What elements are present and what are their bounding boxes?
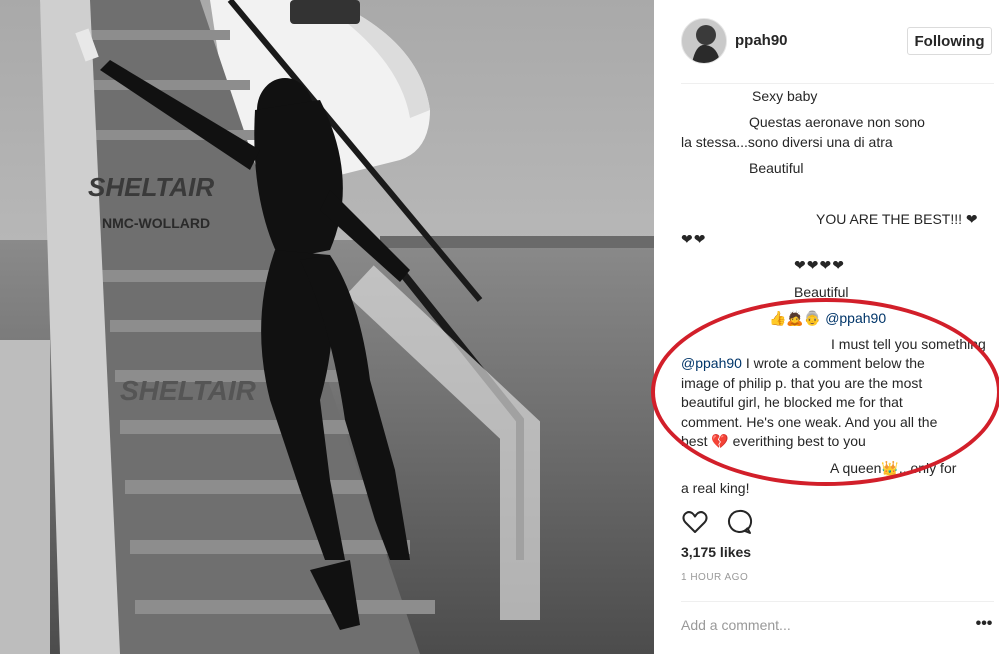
comment-questas-line1: Questas aeronave non sono (749, 114, 925, 130)
comment-hearts: ❤❤❤❤ (794, 257, 845, 273)
comment-long-line1: I must tell you something (831, 336, 986, 352)
comment-emoji: 👍🙇👵 (769, 310, 822, 326)
header-divider (681, 83, 994, 84)
comment-long-line6: best 💔 everithing best to you (681, 431, 866, 451)
likes-count[interactable]: 3,175 likes (681, 544, 751, 560)
comment-long-line2-text: I wrote a comment below the (741, 355, 925, 371)
comments-list: Sexy baby Questas aeronave non sono la s… (681, 86, 999, 498)
stair-brand-text-lower: SHELTAIR (120, 375, 257, 406)
add-comment-input[interactable] (681, 613, 961, 637)
comment-long-line6-a: best (681, 433, 712, 449)
post-photo[interactable]: SHELTAIR NMC-WOLLARD SHELTAIR (0, 0, 654, 654)
comment-best-line1: YOU ARE THE BEST!!! ❤ (816, 211, 978, 227)
comment-input-divider (681, 601, 994, 602)
comment-beautiful-1: Beautiful (749, 160, 804, 176)
post-timestamp[interactable]: 1 HOUR AGO (681, 572, 748, 583)
broken-heart-emoji: 💔 (711, 433, 729, 449)
post-side-panel: ppah90 Following Sexy baby Questas aeron… (654, 0, 999, 654)
stair-brand-text: SHELTAIR (88, 172, 214, 202)
comment-bubble-icon[interactable] (725, 508, 753, 536)
comment-beautiful-2: Beautiful (794, 284, 849, 300)
post-header: ppah90 Following (654, 0, 999, 84)
following-button[interactable]: Following (907, 27, 992, 55)
comment-long-line4: beautiful girl, he blocked me for that (681, 394, 903, 410)
heart-icon[interactable] (681, 508, 709, 536)
comment-long-line3: image of philip p. that you are the most (681, 375, 923, 391)
stair-name-text: NMC-WOLLARD (102, 215, 210, 231)
comment-long-line2: @ppah90 I wrote a comment below the (681, 353, 925, 373)
comment-long-line6-b: everithing best to you (728, 433, 866, 449)
mention-link[interactable]: @ppah90 (825, 310, 886, 326)
more-options-icon[interactable]: ••• (972, 614, 996, 634)
comment-emoji-mention: 👍🙇👵 @ppah90 (769, 308, 886, 328)
avatar[interactable] (681, 18, 727, 64)
comment-long-line5: comment. He's one weak. And you all the (681, 414, 938, 430)
comment-best-line2: ❤❤ (681, 231, 707, 247)
comment-queen-line1: A queen👑...only for (830, 460, 957, 476)
comment-queen-line2: a real king! (681, 480, 750, 496)
comment-questas-line2: la stessa...sono diversi una di atra (681, 134, 893, 150)
post-username[interactable]: ppah90 (735, 32, 788, 49)
mention-link[interactable]: @ppah90 (681, 355, 742, 371)
comment-sexy-baby: Sexy baby (752, 88, 818, 104)
